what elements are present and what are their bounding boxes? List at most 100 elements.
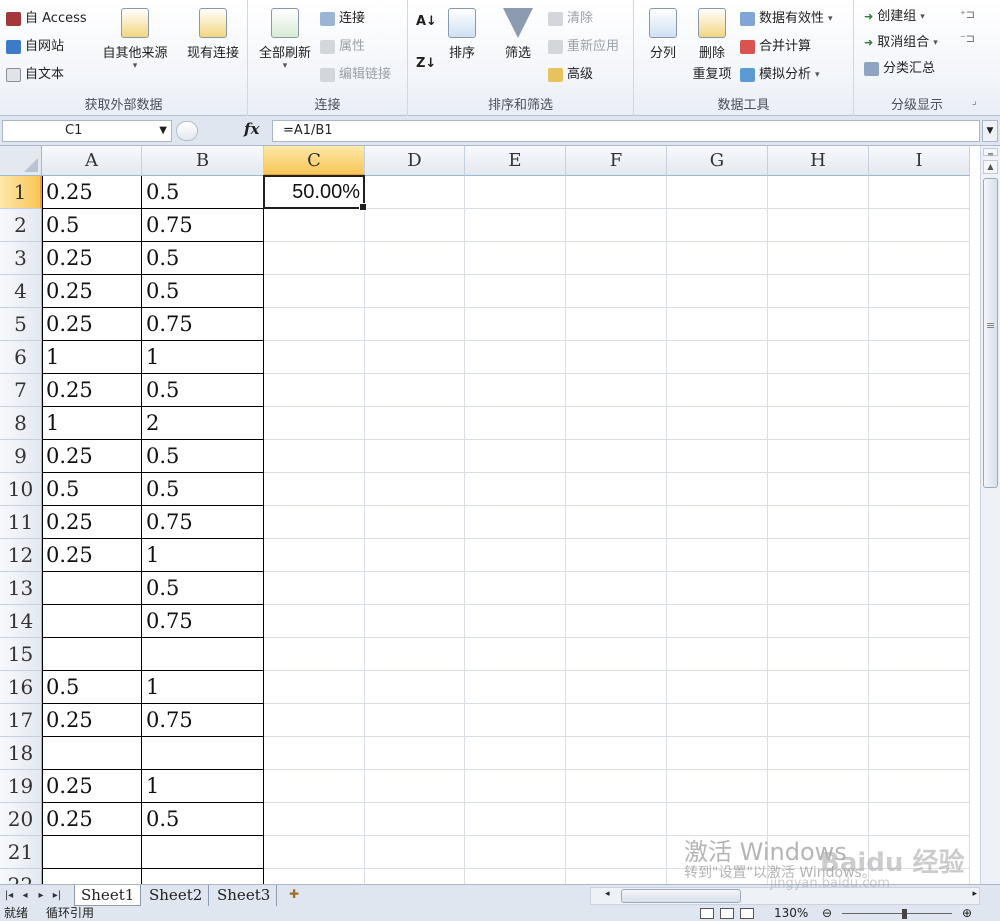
vertical-scrollbar[interactable]: ═ ▲ [980, 146, 1000, 884]
page-break-view-icon[interactable] [740, 908, 754, 919]
row-header[interactable]: 11 [0, 506, 42, 539]
cell-a18[interactable] [42, 737, 142, 770]
cell-c12[interactable] [264, 539, 365, 572]
cell-b22[interactable] [142, 869, 264, 884]
cell-h14[interactable] [768, 605, 869, 638]
cell-g3[interactable] [667, 242, 768, 275]
cell-e9[interactable] [465, 440, 566, 473]
cell-h9[interactable] [768, 440, 869, 473]
cell-b20[interactable]: 0.5 [142, 803, 264, 836]
cell-f2[interactable] [566, 209, 667, 242]
cell-h19[interactable] [768, 770, 869, 803]
normal-view-icon[interactable] [700, 908, 714, 919]
from-access-button[interactable]: 自 Access [6, 8, 87, 30]
cell-b16[interactable]: 1 [142, 671, 264, 704]
cell-b3[interactable]: 0.5 [142, 242, 264, 275]
cell-c2[interactable] [264, 209, 365, 242]
cell-b5[interactable]: 0.75 [142, 308, 264, 341]
cell-c17[interactable] [264, 704, 365, 737]
cell-d11[interactable] [365, 506, 465, 539]
cell-d14[interactable] [365, 605, 465, 638]
cell-d5[interactable] [365, 308, 465, 341]
cell-f17[interactable] [566, 704, 667, 737]
cell-d22[interactable] [365, 869, 465, 884]
formula-input[interactable]: =A1/B1 [272, 120, 980, 142]
cell-e13[interactable] [465, 572, 566, 605]
expand-formula-bar-button[interactable]: ▼ [982, 120, 998, 142]
cell-a15[interactable] [42, 638, 142, 671]
cell-h13[interactable] [768, 572, 869, 605]
cell-b2[interactable]: 0.75 [142, 209, 264, 242]
row-header[interactable]: 8 [0, 407, 42, 440]
cell-c14[interactable] [264, 605, 365, 638]
cell-d17[interactable] [365, 704, 465, 737]
cell-c11[interactable] [264, 506, 365, 539]
cell-i6[interactable] [869, 341, 970, 374]
cell-a12[interactable]: 0.25 [42, 539, 142, 572]
cell-b15[interactable] [142, 638, 264, 671]
cell-d18[interactable] [365, 737, 465, 770]
column-header-a[interactable]: A [42, 146, 142, 176]
cell-e7[interactable] [465, 374, 566, 407]
cell-g18[interactable] [667, 737, 768, 770]
cell-g15[interactable] [667, 638, 768, 671]
cell-i13[interactable] [869, 572, 970, 605]
cell-f6[interactable] [566, 341, 667, 374]
cell-g8[interactable] [667, 407, 768, 440]
cell-c21[interactable] [264, 836, 365, 869]
zoom-slider-thumb[interactable] [902, 909, 907, 919]
cell-g6[interactable] [667, 341, 768, 374]
column-header-g[interactable]: G [667, 146, 768, 176]
cell-e2[interactable] [465, 209, 566, 242]
cell-g16[interactable] [667, 671, 768, 704]
cell-c4[interactable] [264, 275, 365, 308]
cell-d4[interactable] [365, 275, 465, 308]
row-header[interactable]: 12 [0, 539, 42, 572]
edit-links-button[interactable]: 编辑链接 [320, 64, 391, 86]
cell-i16[interactable] [869, 671, 970, 704]
cell-f12[interactable] [566, 539, 667, 572]
cell-f4[interactable] [566, 275, 667, 308]
cell-e8[interactable] [465, 407, 566, 440]
cell-b14[interactable]: 0.75 [142, 605, 264, 638]
dialog-launcher-icon[interactable]: ⌟ [972, 96, 977, 107]
cell-i7[interactable] [869, 374, 970, 407]
next-sheet-button[interactable]: ▸ [34, 888, 48, 904]
cell-f1[interactable] [566, 176, 667, 209]
cell-f11[interactable] [566, 506, 667, 539]
cell-e16[interactable] [465, 671, 566, 704]
cell-e21[interactable] [465, 836, 566, 869]
row-header[interactable]: 14 [0, 605, 42, 638]
cell-f7[interactable] [566, 374, 667, 407]
row-header[interactable]: 17 [0, 704, 42, 737]
cell-b8[interactable]: 2 [142, 407, 264, 440]
subtotal-button[interactable]: 分类汇总 [864, 58, 935, 80]
cell-a7[interactable]: 0.25 [42, 374, 142, 407]
row-header[interactable]: 20 [0, 803, 42, 836]
cell-c7[interactable] [264, 374, 365, 407]
advanced-button[interactable]: 高级 [548, 64, 593, 86]
sort-descending-button[interactable]: Z↓ [416, 56, 436, 71]
cell-h12[interactable] [768, 539, 869, 572]
cell-e1[interactable] [465, 176, 566, 209]
scroll-right-button[interactable]: ▸ [972, 889, 977, 899]
cell-b19[interactable]: 1 [142, 770, 264, 803]
cell-c13[interactable] [264, 572, 365, 605]
cell-d2[interactable] [365, 209, 465, 242]
clear-button[interactable]: 清除 [548, 8, 593, 30]
cell-i9[interactable] [869, 440, 970, 473]
horizontal-scroll-thumb[interactable] [621, 889, 741, 903]
cell-f18[interactable] [566, 737, 667, 770]
prev-sheet-button[interactable]: ◂ [18, 888, 32, 904]
cell-c3[interactable] [264, 242, 365, 275]
cell-b11[interactable]: 0.75 [142, 506, 264, 539]
cell-i2[interactable] [869, 209, 970, 242]
cell-f19[interactable] [566, 770, 667, 803]
group-button[interactable]: ➜ 创建组 ▾ [864, 6, 925, 28]
row-header[interactable]: 19 [0, 770, 42, 803]
cell-i18[interactable] [869, 737, 970, 770]
cell-c10[interactable] [264, 473, 365, 506]
cell-h10[interactable] [768, 473, 869, 506]
cell-g11[interactable] [667, 506, 768, 539]
zoom-slider-track[interactable] [842, 913, 952, 914]
